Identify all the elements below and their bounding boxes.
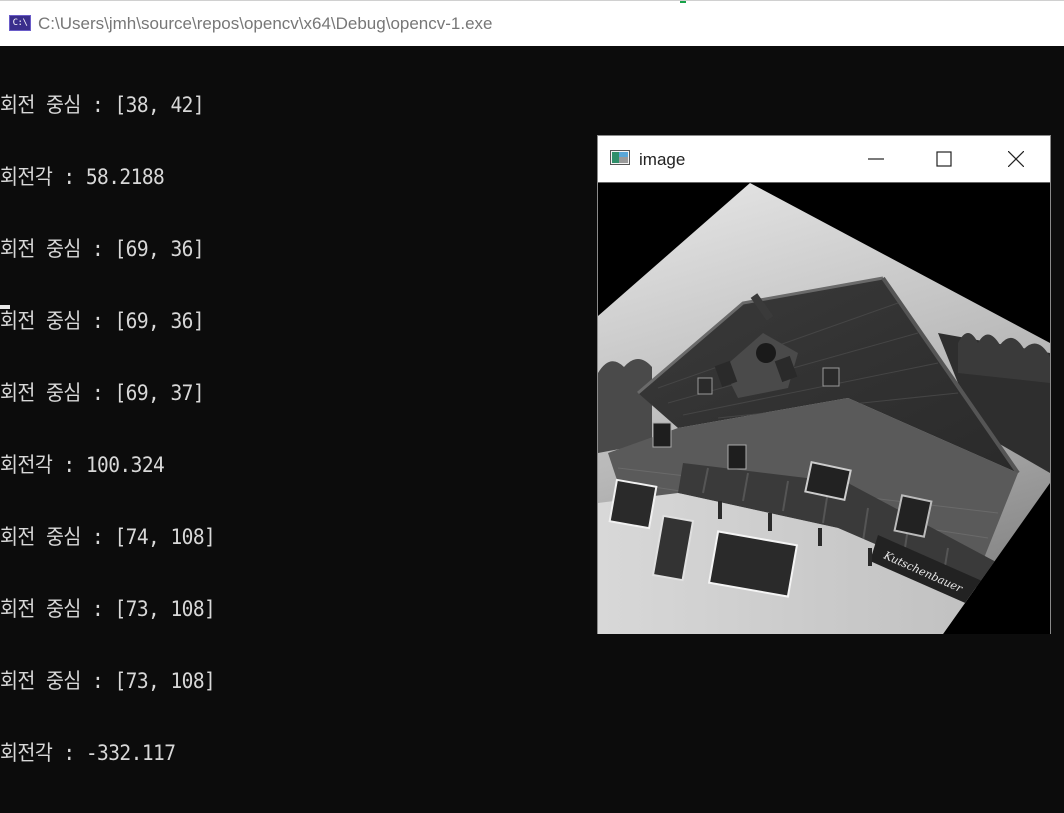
image-app-icon[interactable] [610, 150, 630, 165]
text-cursor [0, 305, 10, 309]
maximize-button[interactable] [921, 136, 967, 182]
console-window-title: C:\Users\jmh\source\repos\opencv\x64\Deb… [38, 14, 493, 33]
minimize-icon [868, 158, 884, 160]
close-button[interactable] [993, 136, 1039, 182]
image-canvas[interactable]: Kutschenbauer [598, 182, 1050, 634]
image-window-titlebar[interactable]: image [598, 136, 1050, 182]
console-line: 회전 중심 : [73, 108] [0, 669, 216, 693]
console-titlebar[interactable]: C:\ C:\Users\jmh\source\repos\opencv\x64… [0, 0, 1064, 46]
console-line: 회전 중심 : [74, 108] [0, 525, 216, 549]
console-app-icon[interactable]: C:\ [9, 15, 31, 31]
accent-mark [680, 1, 686, 3]
rotated-house-image: Kutschenbauer [598, 183, 1050, 634]
console-line: 회전 중심 : [73, 108] [0, 597, 216, 621]
console-line: 회전 중심 : [38, 42] [0, 93, 205, 117]
maximize-icon [936, 151, 952, 167]
close-icon [1008, 151, 1024, 167]
console-output[interactable]: 회전 중심 : [38, 42] 회전각 : 58.2188 회전 중심 : [… [0, 45, 590, 813]
console-line: 회전 중심 : [69, 37] [0, 381, 205, 405]
console-line: 회전각 : 58.2188 [0, 165, 165, 189]
console-line: 회전각 : 100.324 [0, 453, 165, 477]
image-window[interactable]: image Kutschenbauer [597, 135, 1051, 634]
console-line: 회전 중심 : [69, 36] [0, 237, 205, 261]
minimize-button[interactable] [853, 136, 899, 182]
console-line: 회전각 : -332.117 [0, 741, 176, 765]
image-window-title: image [639, 150, 686, 169]
console-line: 회전 중심 : [69, 36] [0, 309, 205, 333]
